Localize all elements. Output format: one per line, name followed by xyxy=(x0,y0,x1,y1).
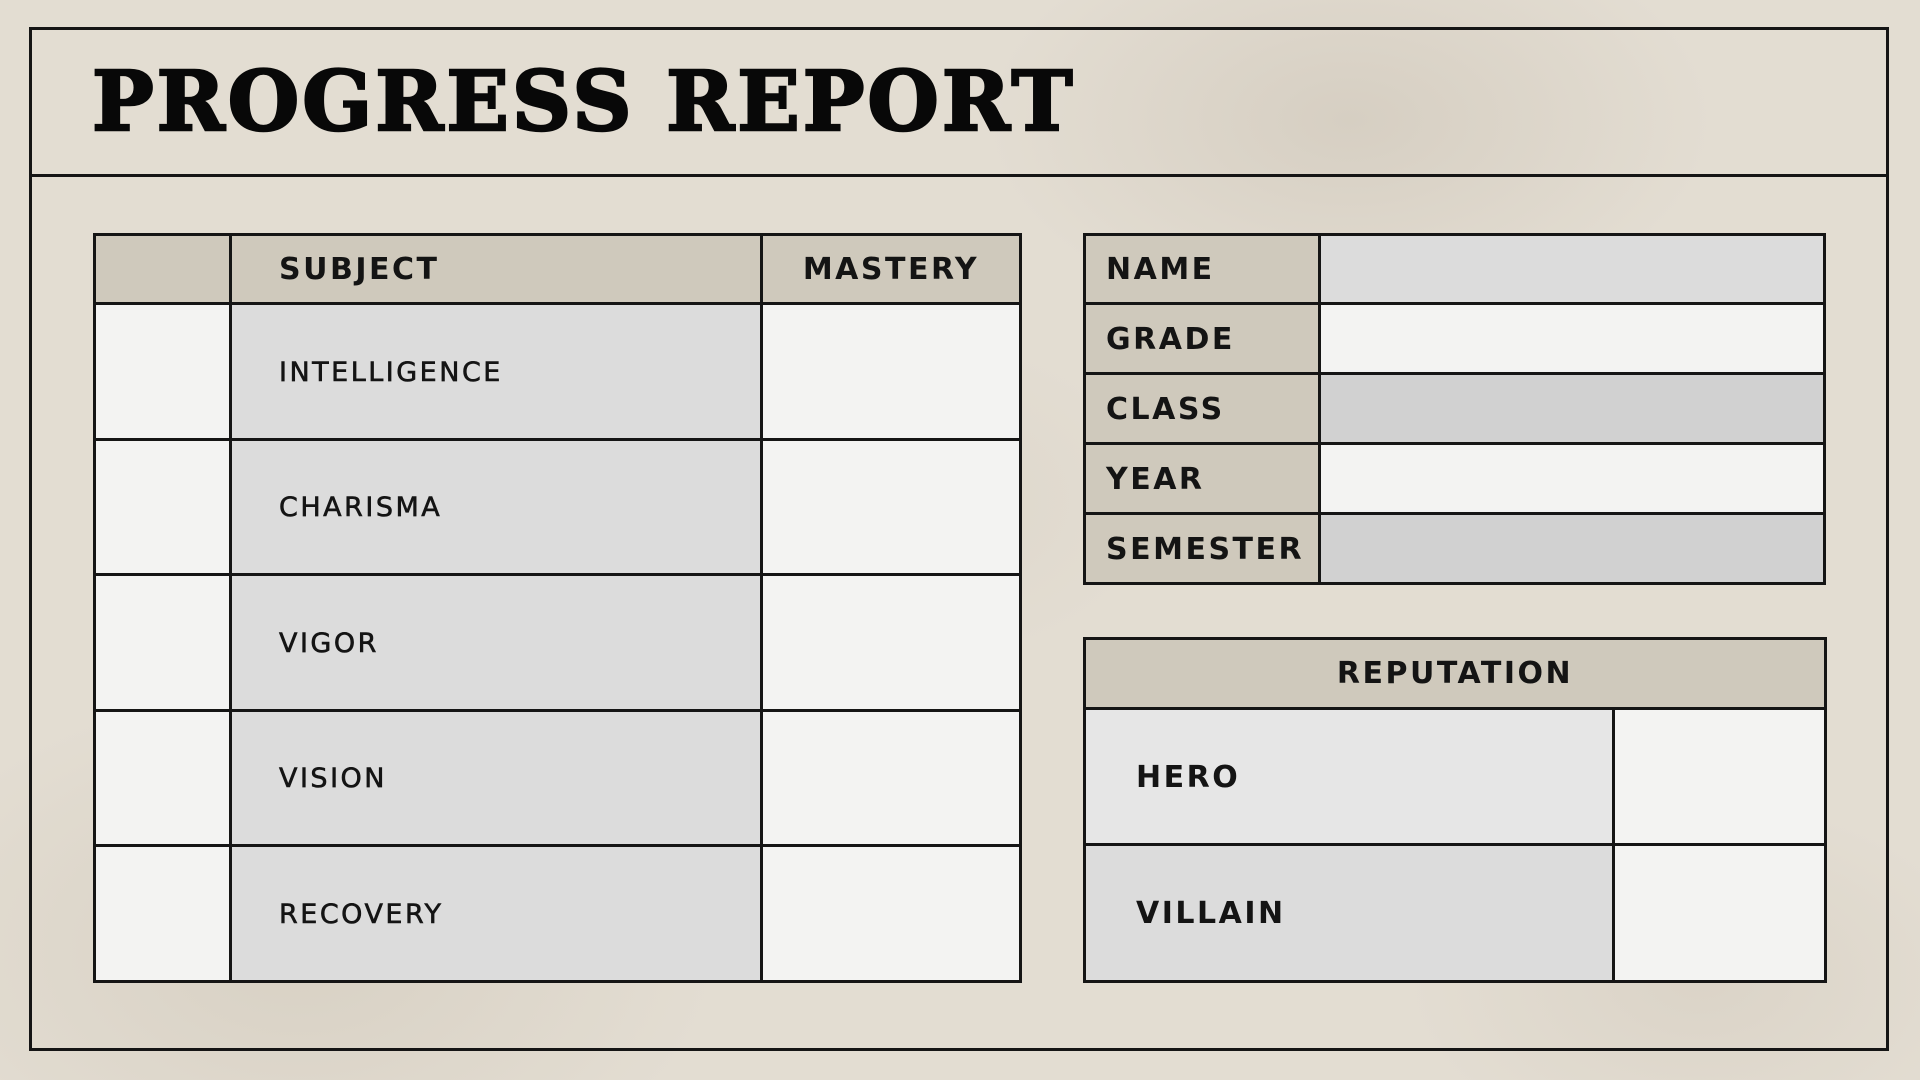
subjects-header-mastery: MASTERY xyxy=(762,234,1020,304)
info-label-class: CLASS xyxy=(1084,374,1320,444)
table-grid-line xyxy=(229,234,232,982)
table-grid-line xyxy=(94,438,1020,441)
info-label-semester: SEMESTER xyxy=(1084,514,1320,584)
mastery-cell[interactable] xyxy=(762,711,1020,846)
subjects-header-blank xyxy=(94,234,231,304)
reputation-label-villain: VILLAIN xyxy=(1084,845,1614,982)
subject-row-marker-cell[interactable] xyxy=(94,711,231,846)
subjects-header-subject: SUBJECT xyxy=(231,234,762,304)
reputation-label-hero: HERO xyxy=(1084,709,1614,845)
table-grid-line xyxy=(1612,709,1615,982)
reputation-header: REPUTATION xyxy=(1084,638,1826,709)
subject-row-marker-cell[interactable] xyxy=(94,304,231,440)
subject-name-cell: RECOVERY xyxy=(231,846,762,982)
subject-row-marker-cell[interactable] xyxy=(94,846,231,982)
subject-name-cell: CHARISMA xyxy=(231,440,762,575)
table-grid-line xyxy=(1084,372,1824,375)
year-field[interactable] xyxy=(1320,444,1824,514)
table-grid-line xyxy=(94,573,1020,576)
info-label-year: YEAR xyxy=(1084,444,1320,514)
mastery-cell[interactable] xyxy=(762,575,1020,711)
title-divider xyxy=(29,174,1889,177)
mastery-cell[interactable] xyxy=(762,440,1020,575)
table-grid-line xyxy=(760,234,763,982)
table-grid-line xyxy=(94,709,1020,712)
table-grid-line xyxy=(1084,302,1824,305)
mastery-cell[interactable] xyxy=(762,846,1020,982)
subject-row-marker-cell[interactable] xyxy=(94,440,231,575)
grade-field[interactable] xyxy=(1320,304,1824,374)
villain-checkbox-cell[interactable] xyxy=(1614,845,1826,982)
subject-name-cell: VISION xyxy=(231,711,762,846)
table-grid-line xyxy=(94,302,1020,305)
table-grid-line xyxy=(1084,512,1824,515)
hero-checkbox-cell[interactable] xyxy=(1614,709,1826,845)
semester-field[interactable] xyxy=(1320,514,1824,584)
mastery-cell[interactable] xyxy=(762,304,1020,440)
table-grid-line xyxy=(94,844,1020,847)
subject-name-cell: INTELLIGENCE xyxy=(231,304,762,440)
table-grid-line xyxy=(1318,234,1321,584)
subject-row-marker-cell[interactable] xyxy=(94,575,231,711)
table-grid-line xyxy=(1084,843,1826,846)
class-field[interactable] xyxy=(1320,374,1824,444)
subject-name-cell: VIGOR xyxy=(231,575,762,711)
info-label-grade: GRADE xyxy=(1084,304,1320,374)
name-field[interactable] xyxy=(1320,234,1824,304)
page-title: PROGRESS REPORT xyxy=(91,53,1076,152)
table-grid-line xyxy=(1084,442,1824,445)
info-label-name: NAME xyxy=(1084,234,1320,304)
table-grid-line xyxy=(1084,707,1826,710)
